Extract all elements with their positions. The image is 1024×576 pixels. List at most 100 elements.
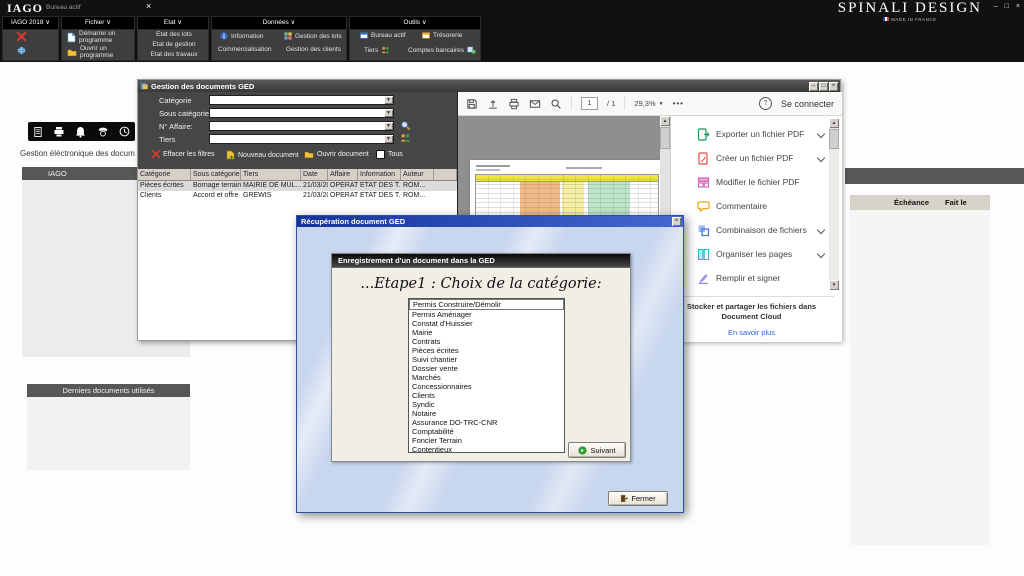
tiers-people-icon[interactable] xyxy=(400,133,411,143)
col-information[interactable]: Information xyxy=(358,169,401,180)
category-option[interactable]: Permis Aménager xyxy=(409,310,564,319)
close-dialog-button[interactable]: Fermer xyxy=(608,491,668,506)
save-icon[interactable] xyxy=(466,98,478,110)
sous-categorie-combobox[interactable]: ▼ xyxy=(209,108,394,118)
close-button[interactable]: × xyxy=(1016,3,1020,10)
chevron-down-icon[interactable] xyxy=(817,250,825,258)
page-number-input[interactable]: 1 xyxy=(581,97,598,110)
category-option[interactable]: Contrats xyxy=(409,337,564,346)
scroll-thumb[interactable] xyxy=(829,129,839,149)
tiers-combobox[interactable]: ▼ xyxy=(209,134,394,144)
category-option[interactable]: Mairie xyxy=(409,328,564,337)
upload-icon[interactable] xyxy=(487,98,499,110)
comptes-bancaires-item[interactable]: Comptes bancaires xyxy=(408,46,476,54)
menu-outils[interactable]: Outils ∨ xyxy=(350,17,480,30)
checkbox-icon[interactable] xyxy=(376,150,385,159)
etat-gestion-item[interactable]: Etat de gestion xyxy=(138,41,210,48)
dropdown-arrow-icon[interactable]: ▼ xyxy=(384,96,393,104)
category-option[interactable]: Permis Construire/Démolir xyxy=(409,299,564,310)
menu-fichier[interactable]: Fichier ∨ xyxy=(62,17,134,30)
help-icon[interactable]: ? xyxy=(759,97,772,110)
minimize-button[interactable]: – xyxy=(994,3,998,10)
scroll-down-icon[interactable]: ▼ xyxy=(829,280,839,290)
tool-organize-pages[interactable]: Organiser les pages xyxy=(671,242,842,266)
category-option[interactable]: Clients xyxy=(409,391,564,400)
category-option[interactable]: Constat d'Huissier xyxy=(409,319,564,328)
etat-travaux-item[interactable]: Etat des travaux xyxy=(138,51,210,58)
menu-etat[interactable]: Etat ∨ xyxy=(138,17,208,30)
tool-export-pdf[interactable]: Exporter un fichier PDF xyxy=(671,122,842,146)
commercialisation-item[interactable]: Commercialisation xyxy=(218,46,271,53)
category-option[interactable]: Assurance DO-TRC-CNR xyxy=(409,418,564,427)
category-option[interactable]: Marchés xyxy=(409,373,564,382)
all-checkbox[interactable]: Tous xyxy=(376,150,403,159)
scroll-up-icon[interactable]: ▲ xyxy=(829,118,839,128)
restore-button[interactable]: □ xyxy=(1005,3,1009,10)
new-document-button[interactable]: Nouveau document xyxy=(226,150,299,160)
clock-icon[interactable] xyxy=(119,126,130,137)
affaire-combobox[interactable]: ▼ xyxy=(209,121,394,131)
search-icon[interactable] xyxy=(550,98,562,110)
col-auteur[interactable]: Auteur xyxy=(401,169,434,180)
dialog-close-button[interactable]: × xyxy=(672,217,681,226)
category-option[interactable]: Suivi chantier xyxy=(409,355,564,364)
category-option[interactable]: Dossier vente xyxy=(409,364,564,373)
category-option[interactable]: Concessionnaires xyxy=(409,382,564,391)
col-tiers[interactable]: Tiers xyxy=(241,169,301,180)
gestion-clients-item[interactable]: Gestion des clients xyxy=(286,46,341,53)
tresorerie-item[interactable]: Trésorerie xyxy=(422,32,462,39)
ged-minimize-button[interactable]: – xyxy=(809,82,818,91)
col-date[interactable]: Date xyxy=(301,169,328,180)
quit-icon[interactable] xyxy=(17,32,26,41)
table-row[interactable]: ClientsAccord et offre ... GREWIS21/03/2… xyxy=(138,191,457,201)
start-program-item[interactable]: Démarrer un programme xyxy=(67,31,133,44)
printer-icon[interactable] xyxy=(53,126,65,137)
menu-iago2018[interactable]: IAGO 2018 ∨ xyxy=(3,17,58,30)
etat-lots-item[interactable]: Etat des lots xyxy=(138,31,210,38)
table-row[interactable]: Pièces écritesBornage terrain MAIRIE DE … xyxy=(138,181,457,191)
category-option[interactable]: Pièces écrites xyxy=(409,346,564,355)
ged-titlebar[interactable]: Gestion des documents GED – □ × xyxy=(138,80,840,92)
next-button[interactable]: Suivant xyxy=(568,442,626,458)
col-categorie[interactable]: Catégorie xyxy=(138,169,191,180)
tiers-item[interactable]: Tiers xyxy=(364,46,390,54)
globe-icon[interactable] xyxy=(17,46,26,55)
category-option[interactable]: Syndic xyxy=(409,400,564,409)
category-option[interactable]: Foncier Terrain xyxy=(409,436,564,445)
dropdown-arrow-icon[interactable]: ▼ xyxy=(384,109,393,117)
recent-documents-header[interactable]: Derniers documents utilisés xyxy=(27,384,190,397)
col-affaire[interactable]: Affaire xyxy=(328,169,358,180)
col-sous-categorie[interactable]: Sous catégorie xyxy=(191,169,241,180)
information-item[interactable]: Information xyxy=(220,32,264,40)
phone-icon[interactable] xyxy=(97,126,109,137)
sign-in-button[interactable]: Se connecter xyxy=(781,99,834,109)
more-tools-button[interactable]: ••• xyxy=(673,99,684,108)
tool-edit-pdf[interactable]: Modifier le fichier PDF xyxy=(671,170,842,194)
categorie-combobox[interactable]: ▼ xyxy=(209,95,394,105)
dialog-titlebar[interactable]: Récupération document GED × xyxy=(297,216,683,227)
bell-icon[interactable] xyxy=(75,126,86,138)
tool-create-pdf[interactable]: Créer un fichier PDF xyxy=(671,146,842,170)
tool-combine-files[interactable]: Combinaison de fichiers xyxy=(671,218,842,242)
email-icon[interactable] xyxy=(529,98,541,110)
category-option[interactable]: Contentieux xyxy=(409,445,564,453)
open-program-item[interactable]: Ouvrir un programme xyxy=(67,46,133,59)
ged-close-button[interactable]: × xyxy=(829,82,838,91)
category-listbox[interactable]: Permis Construire/DémolirPermis Aménager… xyxy=(408,298,565,453)
scroll-up-icon[interactable]: ▲ xyxy=(660,116,670,126)
tools-scrollbar[interactable]: ▲ ▼ xyxy=(829,118,839,290)
print-icon[interactable] xyxy=(508,98,520,110)
search-affaire-icon[interactable] xyxy=(400,120,411,131)
open-document-button[interactable]: Ouvrir document xyxy=(304,150,369,159)
chevron-down-icon[interactable] xyxy=(817,226,825,234)
document-icon[interactable] xyxy=(33,126,43,138)
gestion-lots-item[interactable]: Gestion des lots xyxy=(284,32,342,40)
category-option[interactable]: Comptabilité xyxy=(409,427,564,436)
category-option[interactable]: Notaire xyxy=(409,409,564,418)
zoom-select[interactable]: 29,3%▼ xyxy=(634,99,663,108)
chevron-down-icon[interactable] xyxy=(817,130,825,138)
ged-maximize-button[interactable]: □ xyxy=(819,82,828,91)
bureau-actif-item[interactable]: Bureau actif xyxy=(360,32,406,39)
learn-more-link[interactable]: En savoir plus xyxy=(671,328,832,337)
scroll-thumb[interactable] xyxy=(660,127,670,149)
